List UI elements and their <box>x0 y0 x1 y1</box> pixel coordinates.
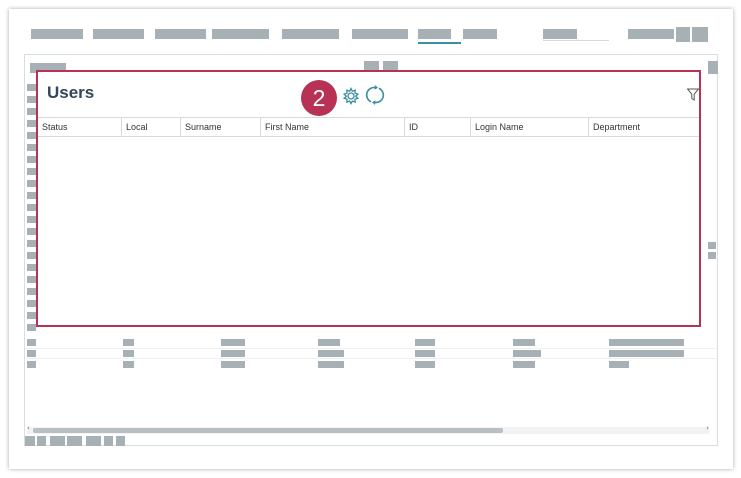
bg-cell <box>27 240 36 247</box>
column-header-department[interactable]: Department <box>589 118 699 136</box>
bg-cell <box>221 339 245 346</box>
grid-header: Status Local Surname First Name ID Login… <box>38 117 699 137</box>
step-badge: 2 <box>301 80 337 116</box>
column-header-surname[interactable]: Surname <box>181 118 261 136</box>
bg-cell <box>318 350 344 357</box>
nav-search-underline <box>543 40 609 41</box>
bg-cell <box>27 288 36 295</box>
bg-cell <box>27 192 36 199</box>
bg-cell <box>221 350 245 357</box>
bg-cell <box>609 350 684 357</box>
bg-cell <box>415 350 435 357</box>
bg-cell <box>221 361 245 368</box>
bg-row-line <box>25 358 717 359</box>
bg-cell <box>123 339 134 346</box>
bg-scroll-btn <box>708 61 718 74</box>
bg-cell <box>27 252 36 259</box>
bg-cell <box>27 300 36 307</box>
bg-cell <box>27 132 36 139</box>
scroll-right-icon[interactable]: › <box>706 424 709 432</box>
bg-cell <box>609 361 629 368</box>
bg-cell <box>609 339 684 346</box>
bg-cell <box>27 350 36 357</box>
page-button[interactable] <box>67 436 82 446</box>
horizontal-scrollbar[interactable]: ‹ › <box>27 424 709 434</box>
column-header-status[interactable]: Status <box>38 118 122 136</box>
grid-body <box>38 137 699 323</box>
bg-cell <box>513 350 541 357</box>
page-button[interactable] <box>37 436 46 446</box>
page-button[interactable] <box>104 436 113 446</box>
bg-cell <box>27 312 36 319</box>
page-button[interactable] <box>25 436 35 446</box>
page-button[interactable] <box>116 436 125 446</box>
bg-cell <box>27 120 36 127</box>
scrollbar-thumb[interactable] <box>33 428 503 433</box>
nav-button[interactable] <box>676 27 690 42</box>
bg-cell <box>27 264 36 271</box>
bg-cell <box>27 168 36 175</box>
bg-cell <box>27 324 36 331</box>
scroll-left-icon[interactable]: ‹ <box>27 424 30 432</box>
bg-cell <box>513 361 535 368</box>
nav-item[interactable] <box>282 29 339 39</box>
bg-cell <box>318 361 344 368</box>
nav-item[interactable] <box>212 29 269 39</box>
settings-gear-icon[interactable] <box>342 87 360 105</box>
bg-cell <box>27 204 36 211</box>
bg-row-line <box>25 348 717 349</box>
bg-cell <box>708 242 716 249</box>
column-header-id[interactable]: ID <box>405 118 471 136</box>
nav-item[interactable] <box>93 29 144 39</box>
bg-cell <box>27 276 36 283</box>
nav-item[interactable] <box>31 29 83 39</box>
refresh-icon[interactable] <box>364 84 386 106</box>
bg-cell <box>27 180 36 187</box>
bg-cell <box>27 339 36 346</box>
bg-cell <box>415 361 435 368</box>
page-button[interactable] <box>86 436 101 446</box>
column-header-local[interactable]: Local <box>122 118 181 136</box>
nav-user[interactable] <box>628 29 674 39</box>
bg-cell <box>27 108 36 115</box>
bg-cell <box>708 252 716 259</box>
page-button[interactable] <box>50 436 65 446</box>
nav-item[interactable] <box>352 29 408 39</box>
panel-title: Users <box>47 83 95 102</box>
nav-button[interactable] <box>692 27 708 42</box>
nav-search[interactable] <box>543 29 577 39</box>
bg-cell <box>27 84 36 91</box>
bg-cell <box>27 228 36 235</box>
bg-cell <box>415 339 435 346</box>
nav-item[interactable] <box>155 29 206 39</box>
bg-cell <box>27 144 36 151</box>
bg-cell <box>27 156 36 163</box>
bg-cell <box>123 350 134 357</box>
column-header-first-name[interactable]: First Name <box>261 118 405 136</box>
nav-item[interactable] <box>463 29 497 39</box>
column-header-login-name[interactable]: Login Name <box>471 118 589 136</box>
bg-cell <box>123 361 134 368</box>
bg-cell <box>27 361 36 368</box>
bg-cell <box>27 216 36 223</box>
active-tab-underline <box>418 42 461 44</box>
bg-cell <box>318 339 340 346</box>
bg-cell <box>513 339 535 346</box>
bg-cell <box>27 96 36 103</box>
users-panel-highlight: Users 2 Status Local Surname First Name … <box>36 70 701 327</box>
nav-item-active[interactable] <box>418 29 451 39</box>
filter-icon[interactable] <box>687 88 699 101</box>
